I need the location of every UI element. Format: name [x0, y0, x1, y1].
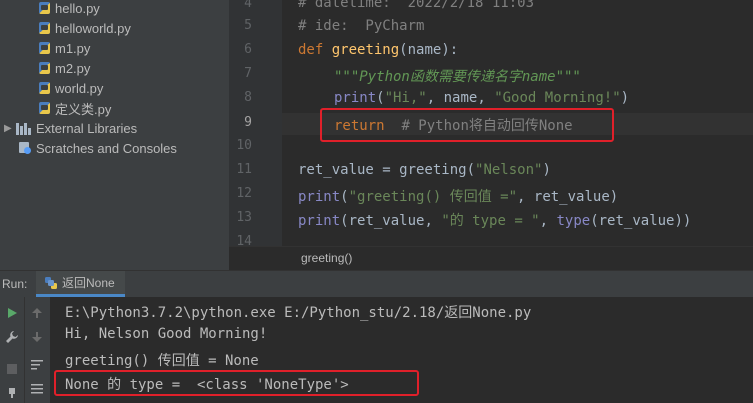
code-token: (ret_value)) [590, 213, 692, 229]
tree-file-label: world.py [55, 80, 104, 96]
python-file-icon [38, 1, 51, 15]
tree-file-label: m1.py [55, 40, 91, 56]
run-toolbar: Run: 返回None [0, 270, 753, 297]
function-params: (name): [399, 42, 459, 58]
code-line-6: def greeting(name): [298, 42, 458, 58]
code-line-5: # ide: PyCharm [298, 18, 425, 34]
function-name: greeting [331, 42, 400, 58]
python-file-icon [38, 21, 51, 35]
line-number: 11 [236, 162, 252, 177]
python-run-icon [45, 276, 57, 289]
highlight-box-return [320, 108, 614, 142]
python-file-icon [38, 41, 51, 55]
library-icon [16, 121, 32, 135]
line-number: 7 [244, 66, 252, 81]
run-console[interactable]: E:\Python3.7.2\python.exe E:/Python_stu/… [50, 297, 753, 403]
line-number: 4 [244, 0, 252, 11]
code-line-4: # datetime: 2022/2/18 11:03 [298, 0, 535, 11]
console-side-toolbar [24, 297, 50, 403]
tree-file-class-def[interactable]: 定义类.py [38, 98, 111, 118]
code-token: , ret_value) [517, 189, 619, 205]
tree-item-label: Scratches and Consoles [36, 140, 177, 156]
run-side-toolbar [0, 297, 24, 403]
tree-file-helloworld[interactable]: helloworld.py [38, 18, 131, 38]
tree-file-world[interactable]: world.py [38, 78, 103, 98]
arrow-up-icon[interactable] [29, 305, 45, 321]
builtin-print: print [298, 189, 341, 205]
line-number: 10 [236, 138, 252, 153]
code-editor[interactable]: # datetime: 2022/2/18 11:03 # ide: PyCha… [282, 0, 753, 246]
string-literal: "Hi," [384, 90, 427, 106]
breadcrumb-item[interactable]: greeting() [301, 251, 352, 265]
builtin-type: type [556, 213, 591, 229]
python-file-icon [38, 81, 51, 95]
code-line-13: print(ret_value, "的 type = ", type(ret_v… [298, 210, 691, 230]
builtin-print: print [334, 90, 377, 106]
line-number: 5 [244, 18, 252, 33]
editor-gutter: 4 5 6 7 8 9 10 11 12 13 14 [229, 0, 294, 249]
tree-file-m1[interactable]: m1.py [38, 38, 90, 58]
run-tab-label: 返回None [62, 276, 115, 290]
code-token: ) [542, 162, 551, 178]
run-tab[interactable]: 返回None [36, 271, 125, 297]
code-token: , [539, 213, 557, 229]
line-number: 6 [244, 42, 252, 57]
string-literal: "greeting() 传回值 =" [348, 189, 518, 205]
code-token: ( [340, 189, 349, 205]
wrench-icon[interactable] [4, 329, 20, 345]
line-number: 12 [236, 186, 252, 201]
tree-item-label: External Libraries [36, 120, 138, 136]
pin-icon[interactable] [4, 385, 20, 401]
tree-file-m2[interactable]: m2.py [38, 58, 90, 78]
run-icon[interactable] [4, 305, 20, 321]
tree-file-label: helloworld.py [55, 20, 131, 36]
project-tree: hello.py helloworld.py m1.py m2.py world… [0, 0, 229, 270]
code-token: ( [376, 90, 385, 106]
tree-external-libraries[interactable]: ▶ External Libraries [4, 118, 137, 138]
code-line-11: ret_value = greeting("Nelson") [298, 162, 551, 178]
code-line-7: """Python函数需要传递名字name""" [334, 69, 581, 85]
code-token: , name, [426, 90, 495, 106]
line-number: 13 [236, 210, 252, 225]
keyword-def: def [298, 42, 324, 58]
tree-scratches[interactable]: Scratches and Consoles [18, 138, 177, 158]
scratch-icon [18, 141, 32, 155]
string-literal: "Good Morning!" [494, 90, 621, 106]
line-number-current: 9 [244, 115, 252, 130]
tree-file-label: m2.py [55, 60, 91, 76]
highlight-box-output [54, 370, 419, 396]
code-line-12: print("greeting() 传回值 =", ret_value) [298, 186, 618, 206]
tree-file-label: 定义类.py [55, 101, 112, 117]
run-label: Run: [2, 277, 28, 291]
scroll-to-end-icon[interactable] [29, 381, 45, 397]
breadcrumb: greeting() [229, 246, 753, 270]
chevron-right-icon[interactable]: ▶ [4, 123, 16, 134]
code-line-8: print("Hi,", name, "Good Morning!") [334, 90, 629, 106]
soft-wrap-icon[interactable] [29, 357, 45, 373]
arrow-down-icon[interactable] [29, 329, 45, 345]
code-token: (ret_value, [340, 213, 442, 229]
console-line: Hi, Nelson Good Morning! [65, 326, 268, 342]
tree-file-label: hello.py [55, 0, 100, 16]
string-literal: "的 type = " [441, 213, 540, 229]
console-line: greeting() 传回值 = None [65, 353, 259, 369]
console-line: E:\Python3.7.2\python.exe E:/Python_stu/… [65, 305, 532, 321]
stop-icon[interactable] [4, 361, 20, 377]
string-literal: "Nelson" [475, 162, 543, 178]
python-file-icon [38, 101, 51, 115]
line-number: 8 [244, 90, 252, 105]
tree-file-hello[interactable]: hello.py [38, 0, 100, 18]
code-token: ret_value = greeting( [298, 162, 476, 178]
code-token: ) [620, 90, 630, 106]
builtin-print: print [298, 213, 341, 229]
python-file-icon [38, 61, 51, 75]
